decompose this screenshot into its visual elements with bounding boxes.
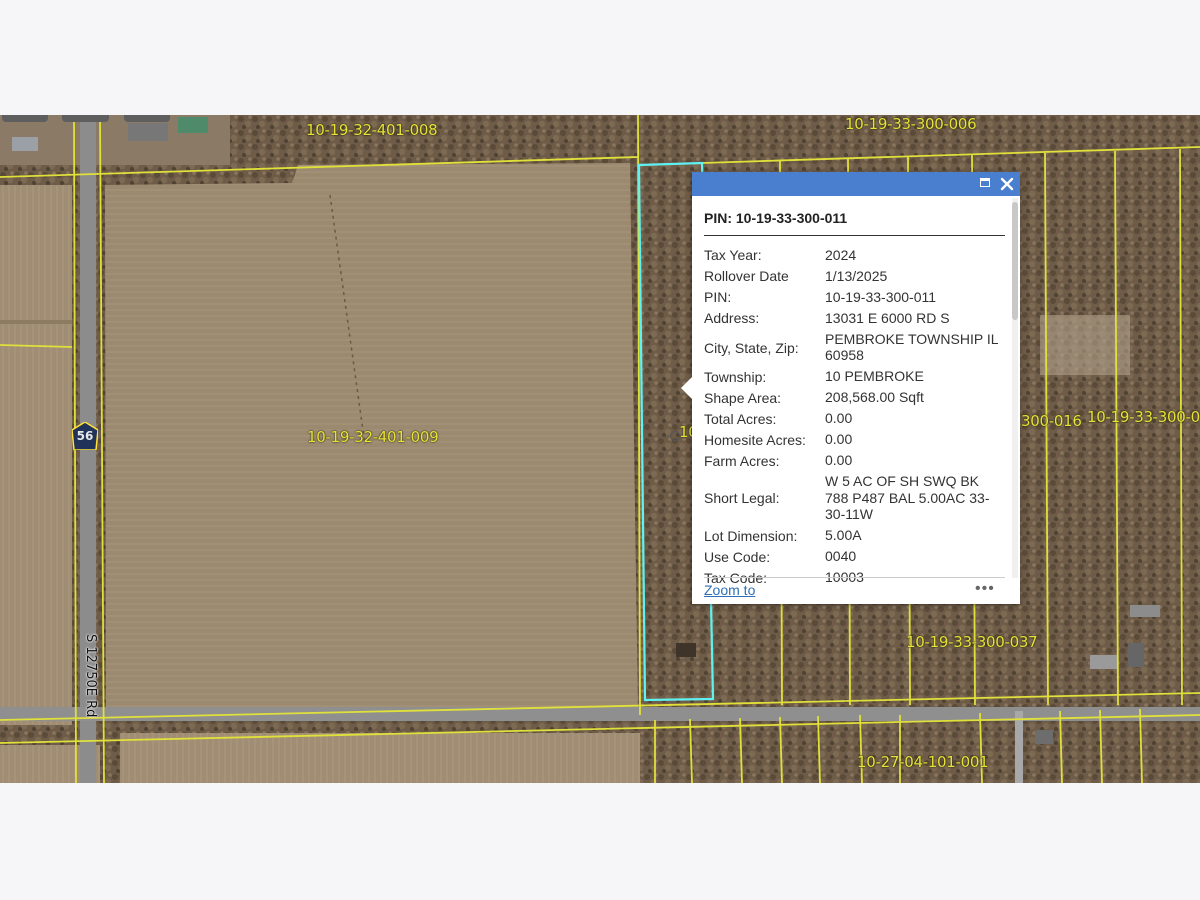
- popup-header: [692, 172, 1020, 196]
- attribute-key: Homesite Acres:: [704, 431, 806, 448]
- attribute-value: PEMBROKE TOWNSHIP IL 60958: [825, 330, 998, 364]
- parcel-label: 10-19-32-401-009: [307, 428, 439, 446]
- attribute-row: Shape Area: 208,568.00 Sqft: [704, 388, 1004, 409]
- attribute-value: 0.00: [825, 410, 853, 426]
- attribute-value: 0040: [825, 548, 857, 564]
- attribute-key: Shape Area:: [704, 389, 782, 406]
- attribute-key: Address:: [704, 310, 760, 327]
- attribute-row: Total Acres: 0.00: [704, 409, 1004, 430]
- attribute-value: W 5 AC OF SH SWQ BK 788 P487 BAL 5.00AC …: [825, 473, 990, 522]
- map-toolbar-button[interactable]: [124, 115, 170, 122]
- attribute-row: Homesite Acres: 0.00: [704, 430, 1004, 451]
- attribute-value: 0.00: [825, 431, 853, 447]
- scrollbar-thumb[interactable]: [1012, 202, 1018, 320]
- attribute-row: Address: 13031 E 6000 RD S: [704, 308, 1004, 329]
- attribute-key: Total Acres:: [704, 410, 777, 427]
- attribute-row: Short Legal: W 5 AC OF SH SWQ BK 788 P487…: [704, 472, 1004, 526]
- map-toolbar-button[interactable]: [2, 115, 48, 122]
- road-label: S 12750E Rd: [83, 634, 98, 718]
- popup-scrollbar[interactable]: [1012, 198, 1018, 578]
- parcel-label: 10-19-33-300-037: [906, 633, 1038, 651]
- parcel-label: 10-19-33-300-0: [1087, 408, 1200, 426]
- attribute-value: 10 PEMBROKE: [825, 368, 924, 384]
- zoom-to-link[interactable]: Zoom to: [704, 582, 755, 598]
- route-number: 56: [76, 429, 94, 443]
- attribute-key: Use Code:: [704, 548, 771, 565]
- attribute-row: Use Code: 0040: [704, 547, 1004, 568]
- attribute-key: Lot Dimension:: [704, 527, 798, 544]
- popup-title: PIN: 10-19-33-300-011: [704, 210, 848, 226]
- attribute-row: Rollover Date 1/13/2025: [704, 266, 1004, 287]
- attribute-row: PIN: 10-19-33-300-011: [704, 287, 1004, 308]
- attribute-key: Tax Year:: [704, 247, 762, 264]
- route-shield-icon: 56: [72, 422, 98, 450]
- more-options-icon[interactable]: •••: [975, 580, 995, 598]
- attribute-row: Lot Dimension: 5.00A: [704, 526, 1004, 547]
- attribute-key: Township:: [704, 368, 767, 385]
- map-toolbar-button[interactable]: [62, 115, 109, 122]
- divider: [704, 577, 1005, 578]
- attribute-value: 2024: [825, 246, 857, 263]
- attribute-key: Short Legal:: [704, 490, 780, 507]
- map-view[interactable]: 10-19-32-401-008 10-19-33-300-006 10-19-…: [0, 115, 1200, 783]
- attribute-value: 10-19-33-300-011: [825, 288, 937, 305]
- close-icon[interactable]: [999, 176, 1015, 192]
- attribute-row: City, State, Zip: PEMBROKE TOWNSHIP IL 60…: [704, 329, 1004, 367]
- aerial-imagery: [0, 115, 1200, 783]
- parcel-label: 300-016: [1021, 412, 1082, 430]
- maximize-icon[interactable]: [978, 176, 994, 192]
- attribute-key: Farm Acres:: [704, 452, 780, 469]
- parcel-attributes-table: Tax Year: 2024 Rollover Date 1/13/2025 PIN: 1…: [704, 245, 1004, 589]
- parcel-info-popup: PIN: 10-19-33-300-011 Tax Year: 2024 Rollo…: [681, 172, 1020, 604]
- attribute-value: 13031 E 6000 RD S: [825, 309, 950, 326]
- attribute-key: PIN:: [704, 289, 732, 306]
- attribute-row: Tax Year: 2024: [704, 245, 1004, 266]
- parcel-label: 10-19-33-300-006: [845, 115, 977, 133]
- attribute-value: 5.00A: [825, 527, 862, 543]
- attribute-value: 208,568.00 Sqft: [825, 389, 924, 405]
- parcel-label: 10-27-04-101-001: [857, 753, 989, 771]
- attribute-row: Township: 10 PEMBROKE: [704, 367, 1004, 388]
- popup-pointer: [681, 377, 692, 399]
- divider: [704, 235, 1005, 236]
- attribute-value: 0.00: [825, 452, 853, 468]
- parcel-label: 10-19-32-401-008: [306, 121, 438, 139]
- attribute-value: 1/13/2025: [825, 267, 888, 284]
- attribute-row: Farm Acres: 0.00: [704, 451, 1004, 472]
- attribute-key: City, State, Zip:: [704, 339, 799, 356]
- attribute-key: Rollover Date: [704, 268, 789, 285]
